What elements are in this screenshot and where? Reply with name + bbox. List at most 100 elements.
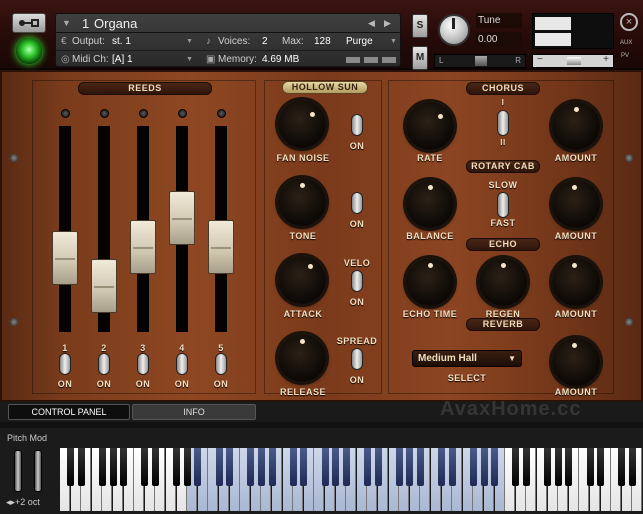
reed-switch-1[interactable]	[59, 353, 71, 375]
rotary-speed-switch[interactable]	[495, 192, 511, 218]
black-key[interactable]	[480, 448, 488, 486]
release-switch[interactable]	[351, 348, 363, 370]
reed-fader-5[interactable]	[208, 219, 234, 274]
tune-value[interactable]: 0.00	[476, 32, 522, 47]
aux-label[interactable]: AUX	[620, 40, 632, 46]
rotary-balance-knob[interactable]	[400, 174, 460, 234]
midi-channel-value[interactable]: [A] 1	[112, 51, 133, 69]
black-key[interactable]	[173, 448, 181, 486]
next-instrument-icon[interactable]: ▶	[384, 14, 391, 33]
wrench-button[interactable]	[12, 13, 46, 33]
black-key[interactable]	[247, 448, 255, 486]
output-dropdown-icon[interactable]: ▼	[186, 33, 193, 51]
fan-noise-switch[interactable]	[351, 114, 363, 136]
purge-dropdown-icon[interactable]: ▼	[390, 33, 397, 51]
chorus-amount-knob[interactable]	[546, 96, 606, 156]
tab-info[interactable]: INFO	[132, 404, 256, 420]
chorus-rate-knob[interactable]	[400, 96, 460, 156]
output-value[interactable]: st. 1	[112, 33, 131, 51]
black-key[interactable]	[363, 448, 371, 486]
fan-noise-knob[interactable]	[272, 94, 332, 154]
black-key[interactable]	[618, 448, 626, 486]
black-key[interactable]	[565, 448, 573, 486]
pv-label[interactable]: PV	[621, 53, 629, 59]
purge-menu[interactable]: Purge	[346, 33, 373, 51]
reed-switch-4[interactable]	[176, 353, 188, 375]
volume-slider[interactable]: − +	[532, 54, 614, 68]
prev-instrument-icon[interactable]: ◀	[368, 14, 375, 33]
reed-fader-1[interactable]	[52, 231, 78, 286]
volume-handle[interactable]	[567, 57, 581, 65]
echo-time-knob[interactable]	[400, 252, 460, 312]
black-key[interactable]	[586, 448, 594, 486]
black-key[interactable]	[268, 448, 276, 486]
black-key[interactable]	[544, 448, 552, 486]
release-knob[interactable]	[272, 328, 332, 388]
black-key[interactable]	[183, 448, 191, 486]
black-key[interactable]	[597, 448, 605, 486]
screw-icon	[625, 154, 633, 162]
attack-knob[interactable]	[272, 250, 332, 310]
black-key[interactable]	[226, 448, 234, 486]
black-key[interactable]	[98, 448, 106, 486]
tone-knob[interactable]	[272, 172, 332, 232]
echo-amount-knob[interactable]	[546, 252, 606, 312]
reed-fader-4[interactable]	[169, 190, 195, 245]
dropdown-triangle-icon[interactable]: ▼	[62, 14, 71, 33]
black-key[interactable]	[416, 448, 424, 486]
black-key[interactable]	[628, 448, 636, 486]
black-key[interactable]	[438, 448, 446, 486]
midi-dropdown-icon[interactable]: ▼	[186, 51, 193, 69]
reed-switch-3[interactable]	[137, 353, 149, 375]
black-key[interactable]	[109, 448, 117, 486]
piano-keyboard[interactable]	[60, 428, 643, 514]
pan-slider[interactable]: L R	[434, 54, 526, 68]
black-key[interactable]	[257, 448, 265, 486]
black-key[interactable]	[406, 448, 414, 486]
solo-button[interactable]: S	[412, 14, 428, 38]
black-key[interactable]	[120, 448, 128, 486]
reed-fader-3[interactable]	[130, 219, 156, 274]
black-key[interactable]	[215, 448, 223, 486]
reed-switch-2[interactable]	[98, 353, 110, 375]
black-key[interactable]	[448, 448, 456, 486]
mod-wheel[interactable]	[34, 450, 42, 492]
instrument-name[interactable]: Organa	[94, 14, 137, 33]
octave-control[interactable]: ◂▸+2 oct	[6, 497, 40, 508]
tone-switch[interactable]	[351, 192, 363, 214]
black-key[interactable]	[554, 448, 562, 486]
black-key[interactable]	[77, 448, 85, 486]
black-key[interactable]	[395, 448, 403, 486]
reverb-type-select[interactable]: Medium Hall ▼	[412, 350, 522, 367]
max-voices-value[interactable]: 128	[314, 33, 331, 51]
pan-handle[interactable]	[475, 56, 487, 66]
black-key[interactable]	[194, 448, 202, 486]
tab-control-panel[interactable]: CONTROL PANEL	[8, 404, 130, 420]
reed-fader-2[interactable]	[91, 258, 117, 313]
attack-switch[interactable]	[351, 270, 363, 292]
close-icon[interactable]: ×	[620, 13, 638, 31]
black-key[interactable]	[300, 448, 308, 486]
black-key[interactable]	[289, 448, 297, 486]
rotary-amount-knob[interactable]	[546, 174, 606, 234]
black-key[interactable]	[141, 448, 149, 486]
instrument-index: 1	[82, 16, 90, 31]
reverb-amount-knob[interactable]	[546, 332, 606, 392]
reed-switch-5[interactable]	[215, 353, 227, 375]
mute-button[interactable]: M	[412, 46, 428, 70]
black-key[interactable]	[522, 448, 530, 486]
black-key[interactable]	[342, 448, 350, 486]
echo-regen-knob[interactable]	[473, 252, 533, 312]
black-key[interactable]	[151, 448, 159, 486]
black-key[interactable]	[491, 448, 499, 486]
black-key[interactable]	[67, 448, 75, 486]
chorus-mode-switch[interactable]	[495, 110, 511, 136]
octave-arrows-icon[interactable]: ◂▸	[6, 497, 15, 507]
black-key[interactable]	[321, 448, 329, 486]
tune-knob[interactable]	[438, 14, 470, 46]
black-key[interactable]	[469, 448, 477, 486]
black-key[interactable]	[374, 448, 382, 486]
black-key[interactable]	[332, 448, 340, 486]
pitch-wheel[interactable]	[14, 450, 22, 492]
black-key[interactable]	[512, 448, 520, 486]
